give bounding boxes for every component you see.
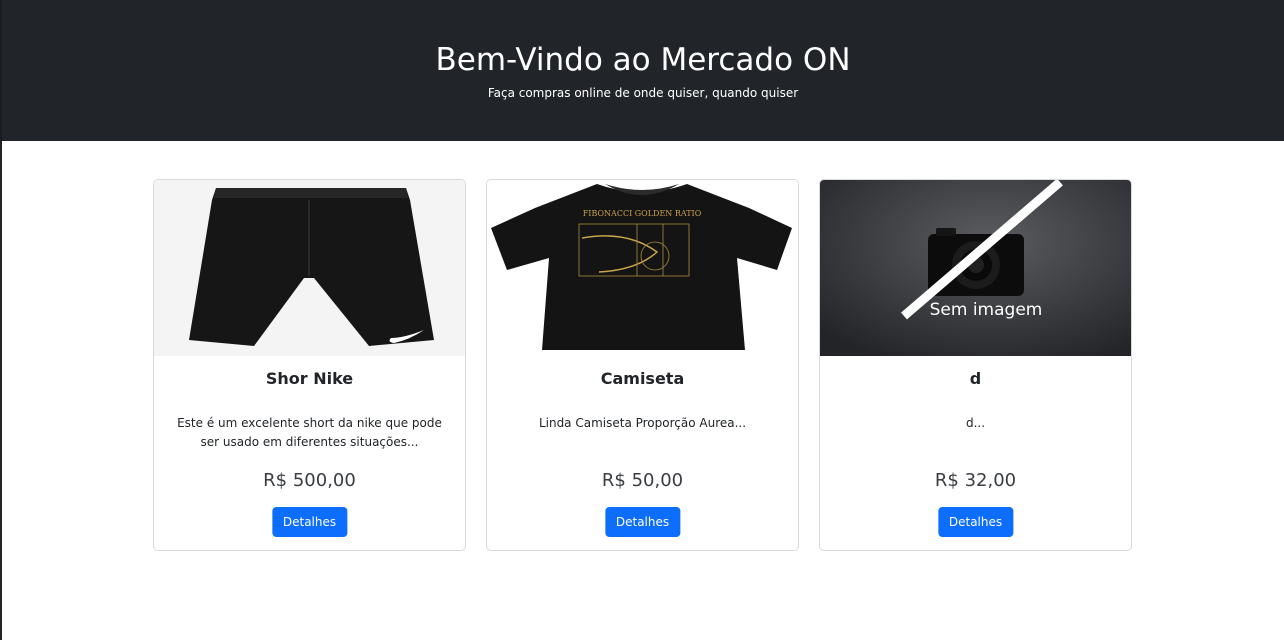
product-card-placeholder: Sem imagem d d... R$ 32,00 Detalhes <box>819 179 1132 551</box>
product-image-tshirt: FIBONACCI GOLDEN RATIO <box>487 180 798 356</box>
no-image-label: Sem imagem <box>930 300 1043 320</box>
product-card-shorts: Shor Nike Este é um excelente short da n… <box>153 179 466 551</box>
product-name: Camiseta <box>600 369 685 388</box>
product-description: d... <box>965 416 986 430</box>
details-button[interactable]: Detalhes <box>604 507 681 537</box>
product-price: R$ 500,00 <box>263 470 356 491</box>
details-button[interactable]: Detalhes <box>271 507 348 537</box>
details-button[interactable]: Detalhes <box>937 507 1014 537</box>
page-title: Bem-Vindo ao Mercado ON <box>435 42 851 78</box>
product-image-shorts <box>154 180 465 356</box>
product-price: R$ 50,00 <box>601 470 684 491</box>
page-subtitle: Faça compras online de onde quiser, quan… <box>487 86 799 100</box>
left-edge-divider <box>0 141 2 640</box>
product-description: Este é um excelente short da nike que po… <box>177 416 442 449</box>
product-card-tshirt: FIBONACCI GOLDEN RATIO Camiseta Linda Ca… <box>486 179 799 551</box>
product-price: R$ 32,00 <box>934 470 1017 491</box>
product-name: Shor Nike <box>265 369 354 388</box>
product-description: Linda Camiseta Proporção Aurea... <box>538 416 747 430</box>
hero-header: Bem-Vindo ao Mercado ON Faça compras onl… <box>0 0 1284 141</box>
placeholder-image: Sem imagem <box>820 180 1131 356</box>
product-name: d <box>969 369 982 388</box>
tshirt-print-text: FIBONACCI GOLDEN RATIO <box>583 209 702 218</box>
